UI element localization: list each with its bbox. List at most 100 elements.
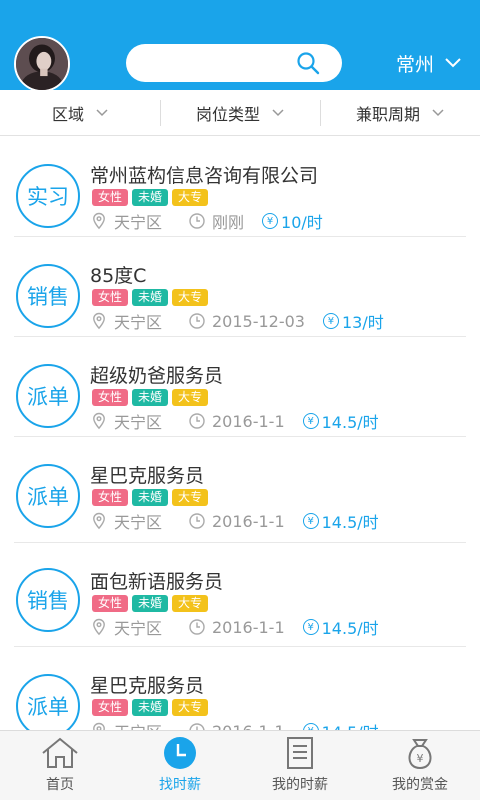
- job-tags: 女性 未婚 大专: [92, 289, 209, 306]
- filter-label: 岗位类型: [195, 104, 260, 124]
- wage-value: 14.5/时: [321, 413, 379, 432]
- job-wage: ¥14.5/时: [302, 409, 379, 433]
- wage-value: 13/时: [341, 313, 384, 332]
- tag-marital: 未婚: [132, 489, 169, 506]
- job-tags: 女性 未婚 大专: [92, 389, 209, 406]
- job-location: 天宁区: [114, 513, 163, 532]
- search-bar[interactable]: [126, 44, 342, 82]
- yen-icon: ¥: [262, 213, 279, 229]
- job-title: 超级奶爸服务员: [90, 365, 224, 387]
- filter-job-type[interactable]: 岗位类型: [160, 90, 320, 135]
- clock-icon: [189, 413, 205, 429]
- job-posted: 2016-1-1: [212, 411, 285, 431]
- tag-education: 大专: [172, 289, 209, 306]
- location-pin-icon: [93, 312, 105, 330]
- filter-bar: 区域 岗位类型 兼职周期: [0, 90, 480, 136]
- wage-value: 14.5/时: [321, 619, 379, 638]
- tag-marital: 未婚: [132, 389, 169, 406]
- job-type-badge: 销售: [16, 568, 80, 632]
- list-item[interactable]: 实习 常州蓝构信息咨询有限公司 女性 未婚 大专 天宁区 刚刚 ¥10/时: [14, 137, 466, 237]
- job-posted: 刚刚: [212, 213, 245, 232]
- nav-home[interactable]: 首页: [0, 731, 120, 800]
- tag-education: 大专: [172, 699, 209, 716]
- location-pin-icon: [93, 412, 105, 430]
- job-tags: 女性 未婚 大专: [92, 595, 209, 612]
- job-type-badge: 派单: [16, 464, 80, 528]
- job-posted: 2015-12-03: [212, 311, 305, 331]
- yen-icon: ¥: [322, 313, 339, 329]
- money-bag-icon: ¥: [408, 739, 432, 770]
- list-item[interactable]: 派单 星巴克服务员 女性 未婚 大专 天宁区 2016-1-1 ¥14.5/时: [14, 437, 466, 543]
- wage-value: 10/时: [281, 213, 323, 232]
- home-icon: [42, 737, 78, 768]
- tag-gender: 女性: [92, 595, 129, 612]
- list-item[interactable]: 派单 星巴克服务员 女性 未婚 大专 天宁区 2016-1-1 ¥14.5/时: [14, 647, 466, 730]
- filter-region[interactable]: 区域: [0, 90, 160, 135]
- tag-education: 大专: [172, 595, 209, 612]
- search-icon[interactable]: [296, 51, 320, 75]
- clock-icon: [189, 313, 205, 329]
- job-location: 天宁区: [114, 619, 163, 638]
- clock-icon: [189, 723, 205, 730]
- clock-icon: [189, 619, 205, 635]
- job-meta: 天宁区 2016-1-1 ¥14.5/时: [90, 719, 379, 730]
- job-location: 天宁区: [114, 719, 162, 730]
- tag-gender: 女性: [92, 699, 129, 716]
- job-tags: 女性 未婚 大专: [92, 489, 209, 506]
- svg-text:¥: ¥: [417, 752, 424, 765]
- city-selector[interactable]: 常州: [396, 49, 462, 77]
- tag-marital: 未婚: [132, 595, 169, 612]
- tag-education: 大专: [172, 389, 209, 406]
- clock-icon: [189, 213, 205, 229]
- nav-my-hourly[interactable]: 我的时薪: [240, 731, 360, 800]
- city-label: 常州: [395, 53, 434, 76]
- job-meta: 天宁区 2016-1-1 ¥14.5/时: [90, 409, 379, 433]
- list-item[interactable]: 销售 85度C 女性 未婚 大专 天宁区 2015-12-03 ¥13/时: [14, 237, 466, 337]
- job-title: 星巴克服务员: [90, 465, 205, 487]
- job-posted: 2016-1-1: [212, 722, 285, 731]
- nav-label: 找时薪: [159, 777, 201, 793]
- chevron-down-icon: [432, 108, 444, 116]
- tag-marital: 未婚: [132, 699, 169, 716]
- list-item[interactable]: 销售 面包新语服务员 女性 未婚 大专 天宁区 2016-1-1 ¥14.5/时: [14, 543, 466, 647]
- location-pin-icon: [93, 512, 105, 530]
- job-location: 天宁区: [114, 313, 163, 332]
- avatar[interactable]: [14, 36, 70, 92]
- nav-label: 我的赏金: [392, 777, 448, 793]
- nav-find-hourly[interactable]: 找时薪: [120, 731, 240, 800]
- job-title: 常州蓝构信息咨询有限公司: [90, 165, 319, 187]
- job-tags: 女性 未婚 大专: [92, 699, 209, 716]
- location-pin-icon: [93, 722, 105, 730]
- list-item[interactable]: 派单 超级奶爸服务员 女性 未婚 大专 天宁区 2016-1-1 ¥14.5/时: [14, 337, 466, 437]
- filter-label: 区域: [51, 104, 84, 124]
- tag-marital: 未婚: [132, 289, 169, 306]
- clock-icon: [189, 513, 205, 529]
- yen-icon: ¥: [302, 513, 319, 529]
- job-title: 星巴克服务员: [90, 675, 205, 697]
- job-tags: 女性 未婚 大专: [92, 189, 209, 206]
- job-title: 85度C: [90, 265, 147, 287]
- document-icon: [287, 737, 313, 769]
- nav-label: 我的时薪: [272, 777, 328, 793]
- filter-period[interactable]: 兼职周期: [320, 90, 480, 135]
- tag-gender: 女性: [92, 489, 129, 506]
- nav-my-bounty[interactable]: ¥ 我的赏金: [360, 731, 480, 800]
- tag-gender: 女性: [92, 389, 129, 406]
- tag-education: 大专: [172, 489, 209, 506]
- job-list[interactable]: 实习 常州蓝构信息咨询有限公司 女性 未婚 大专 天宁区 刚刚 ¥10/时 销售…: [0, 137, 480, 730]
- job-meta: 天宁区 刚刚 ¥10/时: [90, 209, 323, 233]
- job-wage: ¥14.5/时: [302, 509, 379, 533]
- chevron-down-icon: [96, 108, 108, 116]
- yen-icon: ¥: [302, 723, 319, 730]
- yen-icon: ¥: [302, 413, 319, 429]
- job-type-badge: 派单: [16, 674, 80, 730]
- location-pin-icon: [93, 212, 105, 230]
- job-wage: ¥14.5/时: [302, 615, 379, 639]
- job-wage: ¥10/时: [262, 209, 323, 233]
- tag-gender: 女性: [92, 289, 129, 306]
- job-meta: 天宁区 2016-1-1 ¥14.5/时: [90, 615, 379, 639]
- tag-gender: 女性: [92, 189, 129, 206]
- bottom-nav: 首页 找时薪 我的时薪 ¥ 我的赏金: [0, 730, 480, 800]
- job-type-badge: 实习: [16, 164, 80, 228]
- filter-label: 兼职周期: [355, 104, 420, 124]
